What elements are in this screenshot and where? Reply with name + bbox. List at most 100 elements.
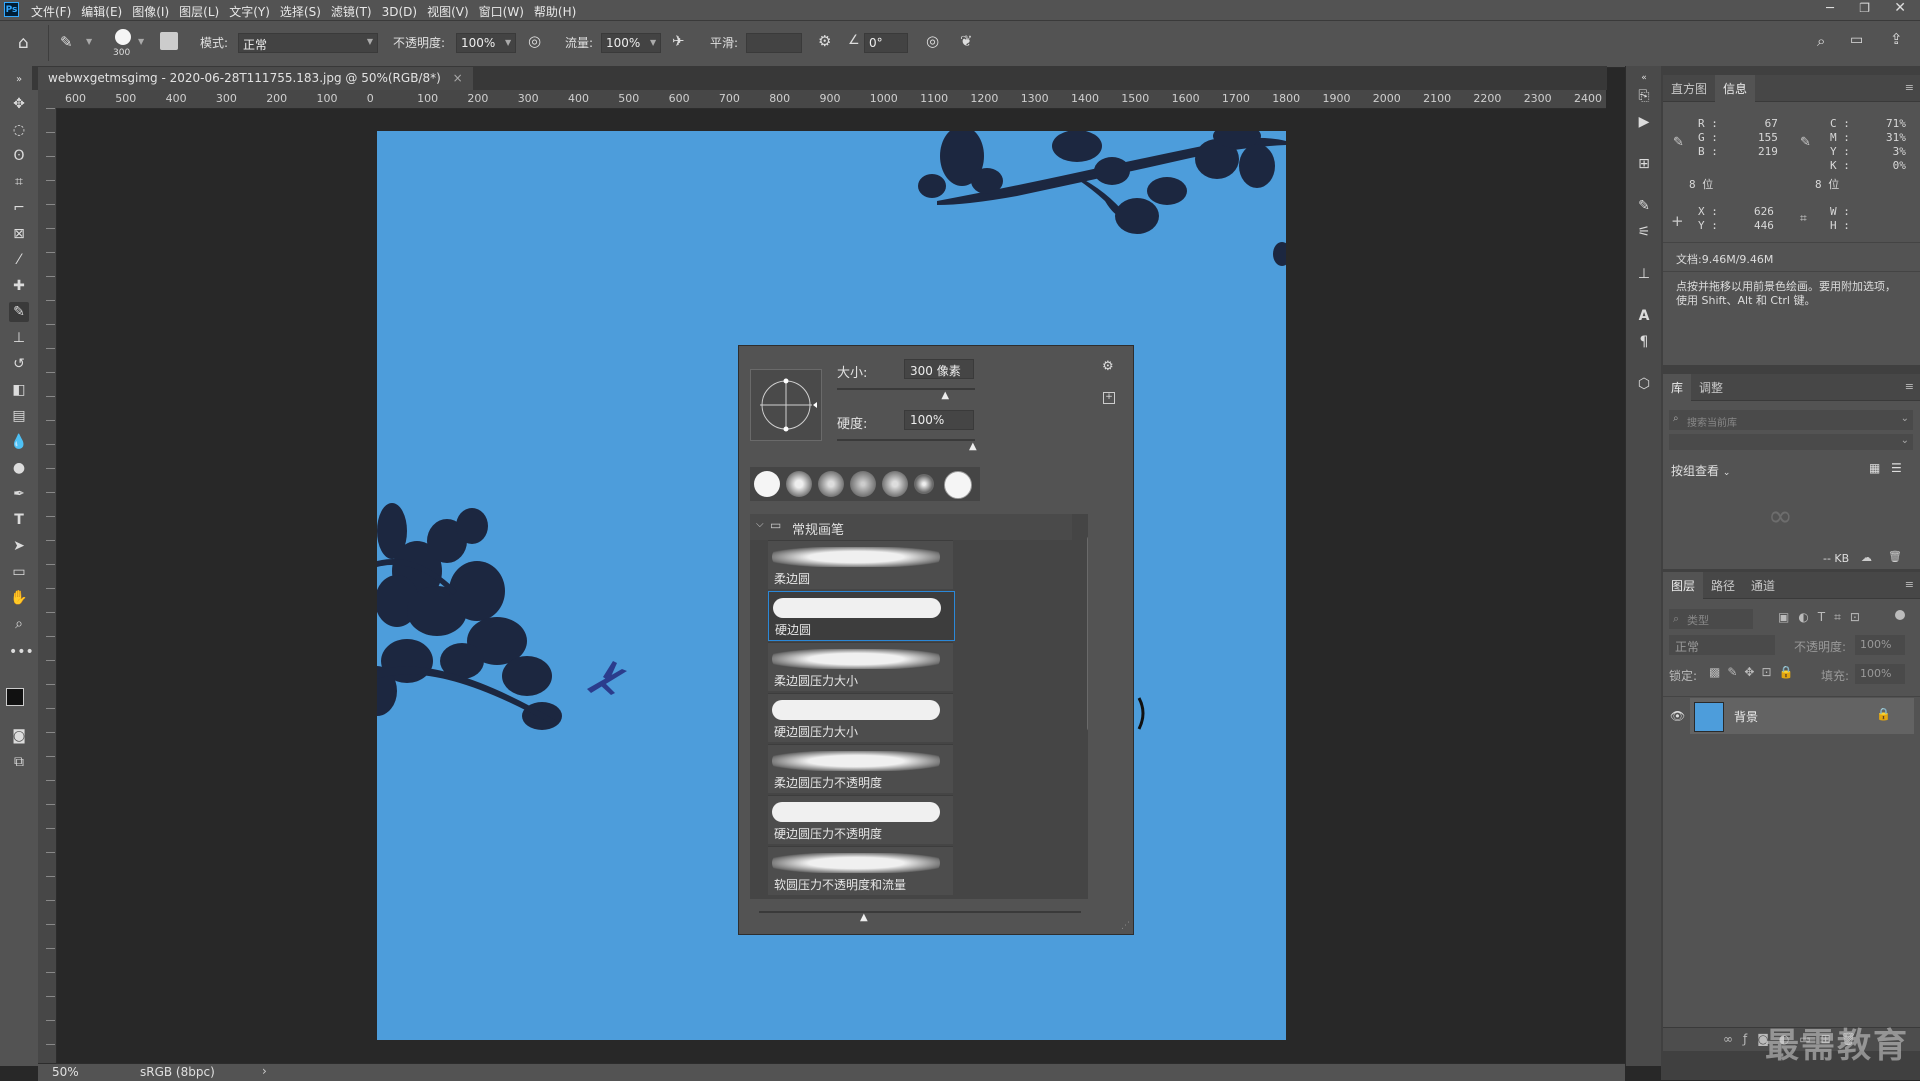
library-select[interactable]: ⌄ bbox=[1669, 434, 1913, 450]
properties-panel-icon[interactable]: ⊞ bbox=[1634, 154, 1654, 174]
tab-libraries[interactable]: 库 bbox=[1663, 374, 1692, 401]
resize-grip-icon[interactable]: ⋰ bbox=[1121, 921, 1130, 931]
hardness-input[interactable]: 100% bbox=[904, 410, 974, 430]
brush-preset-item[interactable]: 硬边圆压力大小 bbox=[768, 693, 953, 742]
chevron-right-icon[interactable]: › bbox=[262, 1064, 267, 1078]
tab-layers[interactable]: 图层 bbox=[1663, 572, 1704, 599]
menu-layer[interactable]: 图层(L) bbox=[174, 0, 224, 20]
layer-opacity-field[interactable]: 100% bbox=[1855, 635, 1905, 655]
home-icon[interactable]: ⌂ bbox=[18, 33, 29, 53]
recent-brush-soft-1-icon[interactable] bbox=[786, 471, 812, 497]
tab-histogram[interactable]: 直方图 bbox=[1663, 75, 1715, 102]
tab-adjustments[interactable]: 调整 bbox=[1691, 374, 1731, 401]
quick-select-tool-icon[interactable]: ⌗ bbox=[9, 172, 29, 192]
hardness-slider-thumb[interactable]: ▲ bbox=[969, 441, 977, 452]
brush-settings-toggle-icon[interactable] bbox=[160, 32, 178, 50]
brush-settings-panel-icon[interactable]: ✎ bbox=[1634, 196, 1654, 216]
dodge-tool-icon[interactable]: ● bbox=[9, 458, 29, 478]
hardness-slider-track[interactable] bbox=[837, 439, 975, 441]
flow-chevron-icon[interactable]: ▼ bbox=[650, 38, 656, 47]
eyedropper-tool-icon[interactable]: ⁄ bbox=[9, 250, 29, 270]
collapse-panels-icon[interactable]: « bbox=[1634, 68, 1654, 88]
lock-icon[interactable]: 🔒 bbox=[1876, 707, 1891, 721]
mode-select[interactable]: 正常 ▼ bbox=[238, 33, 378, 53]
document-tab[interactable]: webwxgetmsgimg - 2020-06-28T111755.183.j… bbox=[38, 67, 473, 90]
menu-filter[interactable]: 滤镜(T) bbox=[326, 0, 377, 20]
chevron-down-icon[interactable]: ▼ bbox=[86, 37, 92, 46]
layer-row[interactable]: 背景 🔒 bbox=[1690, 698, 1914, 734]
type-tool-icon[interactable]: T bbox=[9, 510, 29, 530]
pen-tool-icon[interactable]: ✒ bbox=[9, 484, 29, 504]
preview-size-slider[interactable] bbox=[759, 911, 1081, 913]
brush-list-scrollbar[interactable]: ⌃ ⌄ bbox=[1086, 518, 1088, 890]
angle-field[interactable]: 0° bbox=[864, 33, 908, 53]
foreground-color-swatch[interactable] bbox=[6, 688, 24, 706]
quick-mask-icon[interactable]: ◙ bbox=[9, 726, 29, 746]
brush-tip-preview[interactable] bbox=[750, 369, 822, 441]
healing-brush-tool-icon[interactable]: ✚ bbox=[9, 276, 29, 296]
3d-panel-icon[interactable]: ⬡ bbox=[1634, 374, 1654, 394]
symmetry-icon[interactable]: ❦ bbox=[960, 32, 973, 50]
character-panel-icon[interactable]: A bbox=[1634, 306, 1654, 326]
library-search-input[interactable]: ⌕ 搜索当前库 ⌄ bbox=[1669, 410, 1913, 430]
layer-filter-icons[interactable]: ▣◐T⌗⊡ bbox=[1778, 610, 1869, 625]
minimize-icon[interactable]: ─ bbox=[1826, 1, 1834, 16]
brush-tip-icon[interactable] bbox=[115, 29, 131, 45]
tab-channels[interactable]: 通道 bbox=[1743, 572, 1783, 599]
cloud-sync-icon[interactable]: ☁ bbox=[1861, 551, 1872, 564]
chevron-down-icon[interactable]: ⌵ bbox=[756, 519, 764, 530]
screen-mode-icon[interactable]: ⧉ bbox=[9, 752, 29, 772]
rectangle-tool-icon[interactable]: ▭ bbox=[9, 562, 29, 582]
workspace-icon[interactable]: ▭ bbox=[1850, 32, 1863, 48]
hand-tool-icon[interactable]: ✋ bbox=[9, 588, 29, 608]
pressure-size-icon[interactable]: ◎ bbox=[926, 32, 939, 50]
view-by-group[interactable]: 按组查看 ⌄ bbox=[1671, 462, 1730, 479]
tab-info[interactable]: 信息 bbox=[1715, 75, 1756, 102]
brush-preset-item[interactable]: 柔边圆 bbox=[768, 540, 953, 589]
gear-icon[interactable]: ⚙ bbox=[818, 32, 831, 50]
blend-mode-select[interactable]: 正常 bbox=[1669, 635, 1775, 655]
close-window-icon[interactable]: ✕ bbox=[1894, 0, 1906, 16]
zoom-tool-icon[interactable]: ⌕ bbox=[9, 614, 29, 634]
list-view-icon[interactable]: ☰ bbox=[1891, 461, 1902, 475]
brush-tool-preset-icon[interactable]: ✎ bbox=[60, 33, 73, 51]
marquee-tool-icon[interactable]: ◌ bbox=[9, 120, 29, 140]
crop-tool-icon[interactable]: ⌐ bbox=[9, 198, 29, 218]
share-icon[interactable]: ⇪ bbox=[1890, 30, 1903, 48]
blur-tool-icon[interactable]: 💧 bbox=[9, 432, 29, 452]
brush-picker-chevron-icon[interactable]: ▼ bbox=[138, 37, 144, 46]
clone-stamp-tool-icon[interactable]: ⊥ bbox=[9, 328, 29, 348]
menu-type[interactable]: 文字(Y) bbox=[224, 0, 275, 20]
eraser-tool-icon[interactable]: ◧ bbox=[9, 380, 29, 400]
clone-source-panel-icon[interactable]: ⊥ bbox=[1634, 264, 1654, 284]
recent-brush-soft-2-icon[interactable] bbox=[818, 471, 844, 497]
history-panel-icon[interactable]: ⎘ bbox=[1634, 86, 1654, 106]
visibility-eye-icon[interactable]: 👁 bbox=[1670, 709, 1685, 723]
brush-preset-item[interactable]: 硬边圆 bbox=[768, 591, 955, 641]
search-icon[interactable]: ⌕ bbox=[1817, 32, 1825, 50]
smoothing-field[interactable] bbox=[746, 33, 802, 53]
panel-menu-icon[interactable]: ≡ bbox=[1905, 81, 1914, 94]
recent-brush-small-icon[interactable] bbox=[914, 474, 934, 494]
more-tools-icon[interactable]: ••• bbox=[9, 642, 34, 662]
brush-preset-item[interactable]: 硬边圆压力不透明度 bbox=[768, 795, 953, 844]
move-tool-icon[interactable]: ✥ bbox=[9, 94, 29, 114]
menu-edit[interactable]: 编辑(E) bbox=[76, 0, 127, 20]
paragraph-panel-icon[interactable]: ¶ bbox=[1634, 332, 1654, 352]
menu-view[interactable]: 视图(V) bbox=[422, 0, 474, 20]
brush-folder-general[interactable]: ⌵ ▭ 常规画笔 bbox=[750, 514, 1072, 540]
menu-file[interactable]: 文件(F) bbox=[26, 0, 76, 20]
opacity-chevron-icon[interactable]: ▼ bbox=[505, 38, 511, 47]
restore-icon[interactable]: ❐ bbox=[1859, 1, 1870, 15]
tab-paths[interactable]: 路径 bbox=[1703, 572, 1743, 599]
preview-size-thumb[interactable]: ▲ bbox=[860, 912, 868, 923]
panel-menu-icon[interactable]: ≡ bbox=[1905, 380, 1914, 393]
brush-preset-item[interactable]: 软圆压力不透明度和流量 bbox=[768, 846, 953, 895]
gear-icon[interactable]: ⚙ bbox=[1102, 359, 1114, 374]
filter-toggle-icon[interactable] bbox=[1895, 610, 1905, 620]
lasso-tool-icon[interactable]: ʘ bbox=[9, 146, 29, 166]
close-tab-icon[interactable]: × bbox=[453, 71, 463, 85]
recent-brush-hard-2-icon[interactable] bbox=[944, 471, 972, 499]
gradient-tool-icon[interactable]: ▤ bbox=[9, 406, 29, 426]
collapse-toolbar-icon[interactable]: » bbox=[9, 70, 29, 90]
